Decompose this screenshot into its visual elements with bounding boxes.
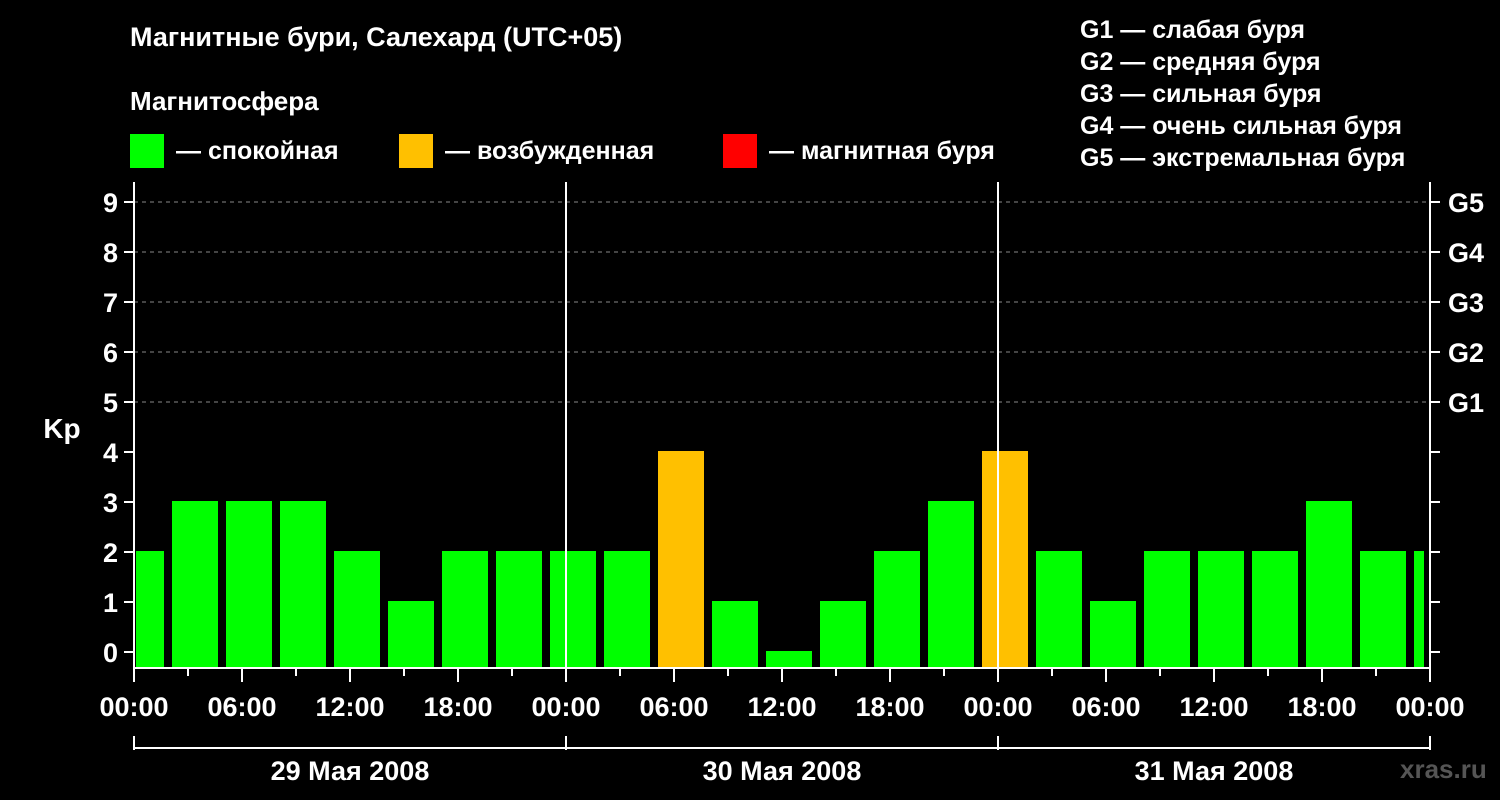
bar bbox=[1036, 551, 1082, 668]
kp-chart: 0 1 2 3 4 5 6 7 8 9 G1 G2 G3 G4 G5 Kp 00:00 06:00 12:00 18:… bbox=[43, 182, 1484, 786]
bar bbox=[226, 501, 272, 668]
bar bbox=[136, 551, 164, 668]
bar bbox=[280, 501, 326, 668]
bar bbox=[820, 601, 866, 668]
y-tick-label: 1 bbox=[103, 588, 118, 618]
bar bbox=[928, 501, 974, 668]
x-tick-label: 12:00 bbox=[747, 692, 816, 722]
y-tick-label: 4 bbox=[103, 438, 118, 468]
bar bbox=[1198, 551, 1244, 668]
g-axis-label: G3 bbox=[1448, 288, 1484, 318]
bar bbox=[1144, 551, 1190, 668]
x-tick-label: 06:00 bbox=[1071, 692, 1140, 722]
y-tick-label: 2 bbox=[103, 538, 118, 568]
watermark: xras.ru bbox=[1400, 754, 1487, 784]
bar bbox=[442, 551, 488, 668]
y-tick-label: 0 bbox=[103, 638, 118, 668]
x-tick-label: 00:00 bbox=[963, 692, 1032, 722]
g-axis-label: G4 bbox=[1448, 238, 1484, 268]
bar bbox=[1306, 501, 1352, 668]
x-tick-label: 06:00 bbox=[207, 692, 276, 722]
bar bbox=[766, 651, 812, 668]
bar bbox=[496, 551, 542, 668]
bar bbox=[388, 601, 434, 668]
bar bbox=[1414, 551, 1424, 668]
x-tick-label: 06:00 bbox=[639, 692, 708, 722]
g-axis-label: G1 bbox=[1448, 388, 1484, 418]
y-tick-label: 5 bbox=[103, 388, 118, 418]
y-tick-label: 9 bbox=[103, 188, 118, 218]
g-axis-label: G5 bbox=[1448, 188, 1484, 218]
x-tick-label: 18:00 bbox=[423, 692, 492, 722]
day-label: 29 Мая 2008 bbox=[271, 756, 430, 786]
x-tick-label: 00:00 bbox=[531, 692, 600, 722]
bar bbox=[712, 601, 758, 668]
day-label: 30 Мая 2008 bbox=[703, 756, 862, 786]
bar bbox=[1090, 601, 1136, 668]
x-tick-label: 18:00 bbox=[855, 692, 924, 722]
x-tick-label: 18:00 bbox=[1287, 692, 1356, 722]
x-tick-label: 12:00 bbox=[315, 692, 384, 722]
bar bbox=[1252, 551, 1298, 668]
bar bbox=[1360, 551, 1406, 668]
bar bbox=[874, 551, 920, 668]
bar bbox=[172, 501, 218, 668]
y-tick-label: 8 bbox=[103, 238, 118, 268]
y-tick-label: 6 bbox=[103, 338, 118, 368]
x-tick-label: 00:00 bbox=[1395, 692, 1464, 722]
x-tick-label: 00:00 bbox=[99, 692, 168, 722]
bar bbox=[550, 551, 596, 668]
y-tick-label: 3 bbox=[103, 488, 118, 518]
bar bbox=[658, 451, 704, 668]
day-label: 31 Мая 2008 bbox=[1135, 756, 1294, 786]
y-axis-label: Kp bbox=[43, 413, 80, 444]
y-tick-label: 7 bbox=[103, 288, 118, 318]
g-axis-label: G2 bbox=[1448, 338, 1484, 368]
bar bbox=[982, 451, 1028, 668]
bar bbox=[604, 551, 650, 668]
bar bbox=[334, 551, 380, 668]
x-tick-label: 12:00 bbox=[1179, 692, 1248, 722]
